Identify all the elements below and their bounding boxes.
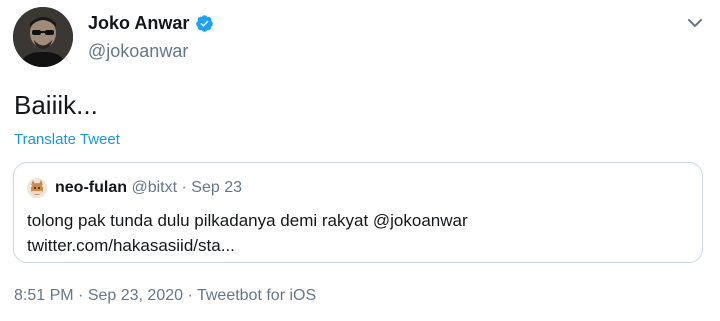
quoted-author-avatar	[27, 178, 47, 198]
tweet-time[interactable]: 8:51 PM	[14, 287, 74, 304]
tweet-date[interactable]: Sep 23, 2020	[88, 287, 183, 304]
author-avatar[interactable]	[13, 7, 73, 67]
quoted-text-line-2: twitter.com/hakasasiid/sta...	[27, 236, 235, 255]
quoted-display-name: neo-fulan	[55, 179, 127, 196]
quoted-date: Sep 23	[191, 179, 242, 196]
quoted-tweet-card[interactable]: neo-fulan @bitxt · Sep 23 tolong pak tun…	[13, 162, 703, 263]
author-handle[interactable]: @jokoanwar	[88, 41, 188, 62]
chevron-down-icon[interactable]	[686, 14, 704, 32]
quoted-tweet-text: tolong pak tunda dulu pilkadanya demi ra…	[27, 208, 687, 258]
quoted-tweet-header: neo-fulan @bitxt · Sep 23	[55, 179, 242, 197]
translate-tweet-link[interactable]: Translate Tweet	[14, 131, 120, 148]
quoted-text-line-1: tolong pak tunda dulu pilkadanya demi ra…	[27, 211, 468, 230]
tweet-footer: 8:51 PM · Sep 23, 2020 · Tweetbot for iO…	[14, 287, 316, 305]
quoted-handle: @bitxt	[131, 179, 178, 196]
footer-separator: ·	[78, 287, 84, 304]
verified-badge-icon	[195, 14, 214, 33]
quoted-separator: ·	[181, 179, 187, 196]
tweet-text: Baiiik...	[14, 90, 98, 120]
author-display-name[interactable]: Joko Anwar	[88, 13, 189, 34]
tweet-source-link[interactable]: Tweetbot for iOS	[197, 287, 316, 304]
footer-separator: ·	[187, 287, 193, 304]
